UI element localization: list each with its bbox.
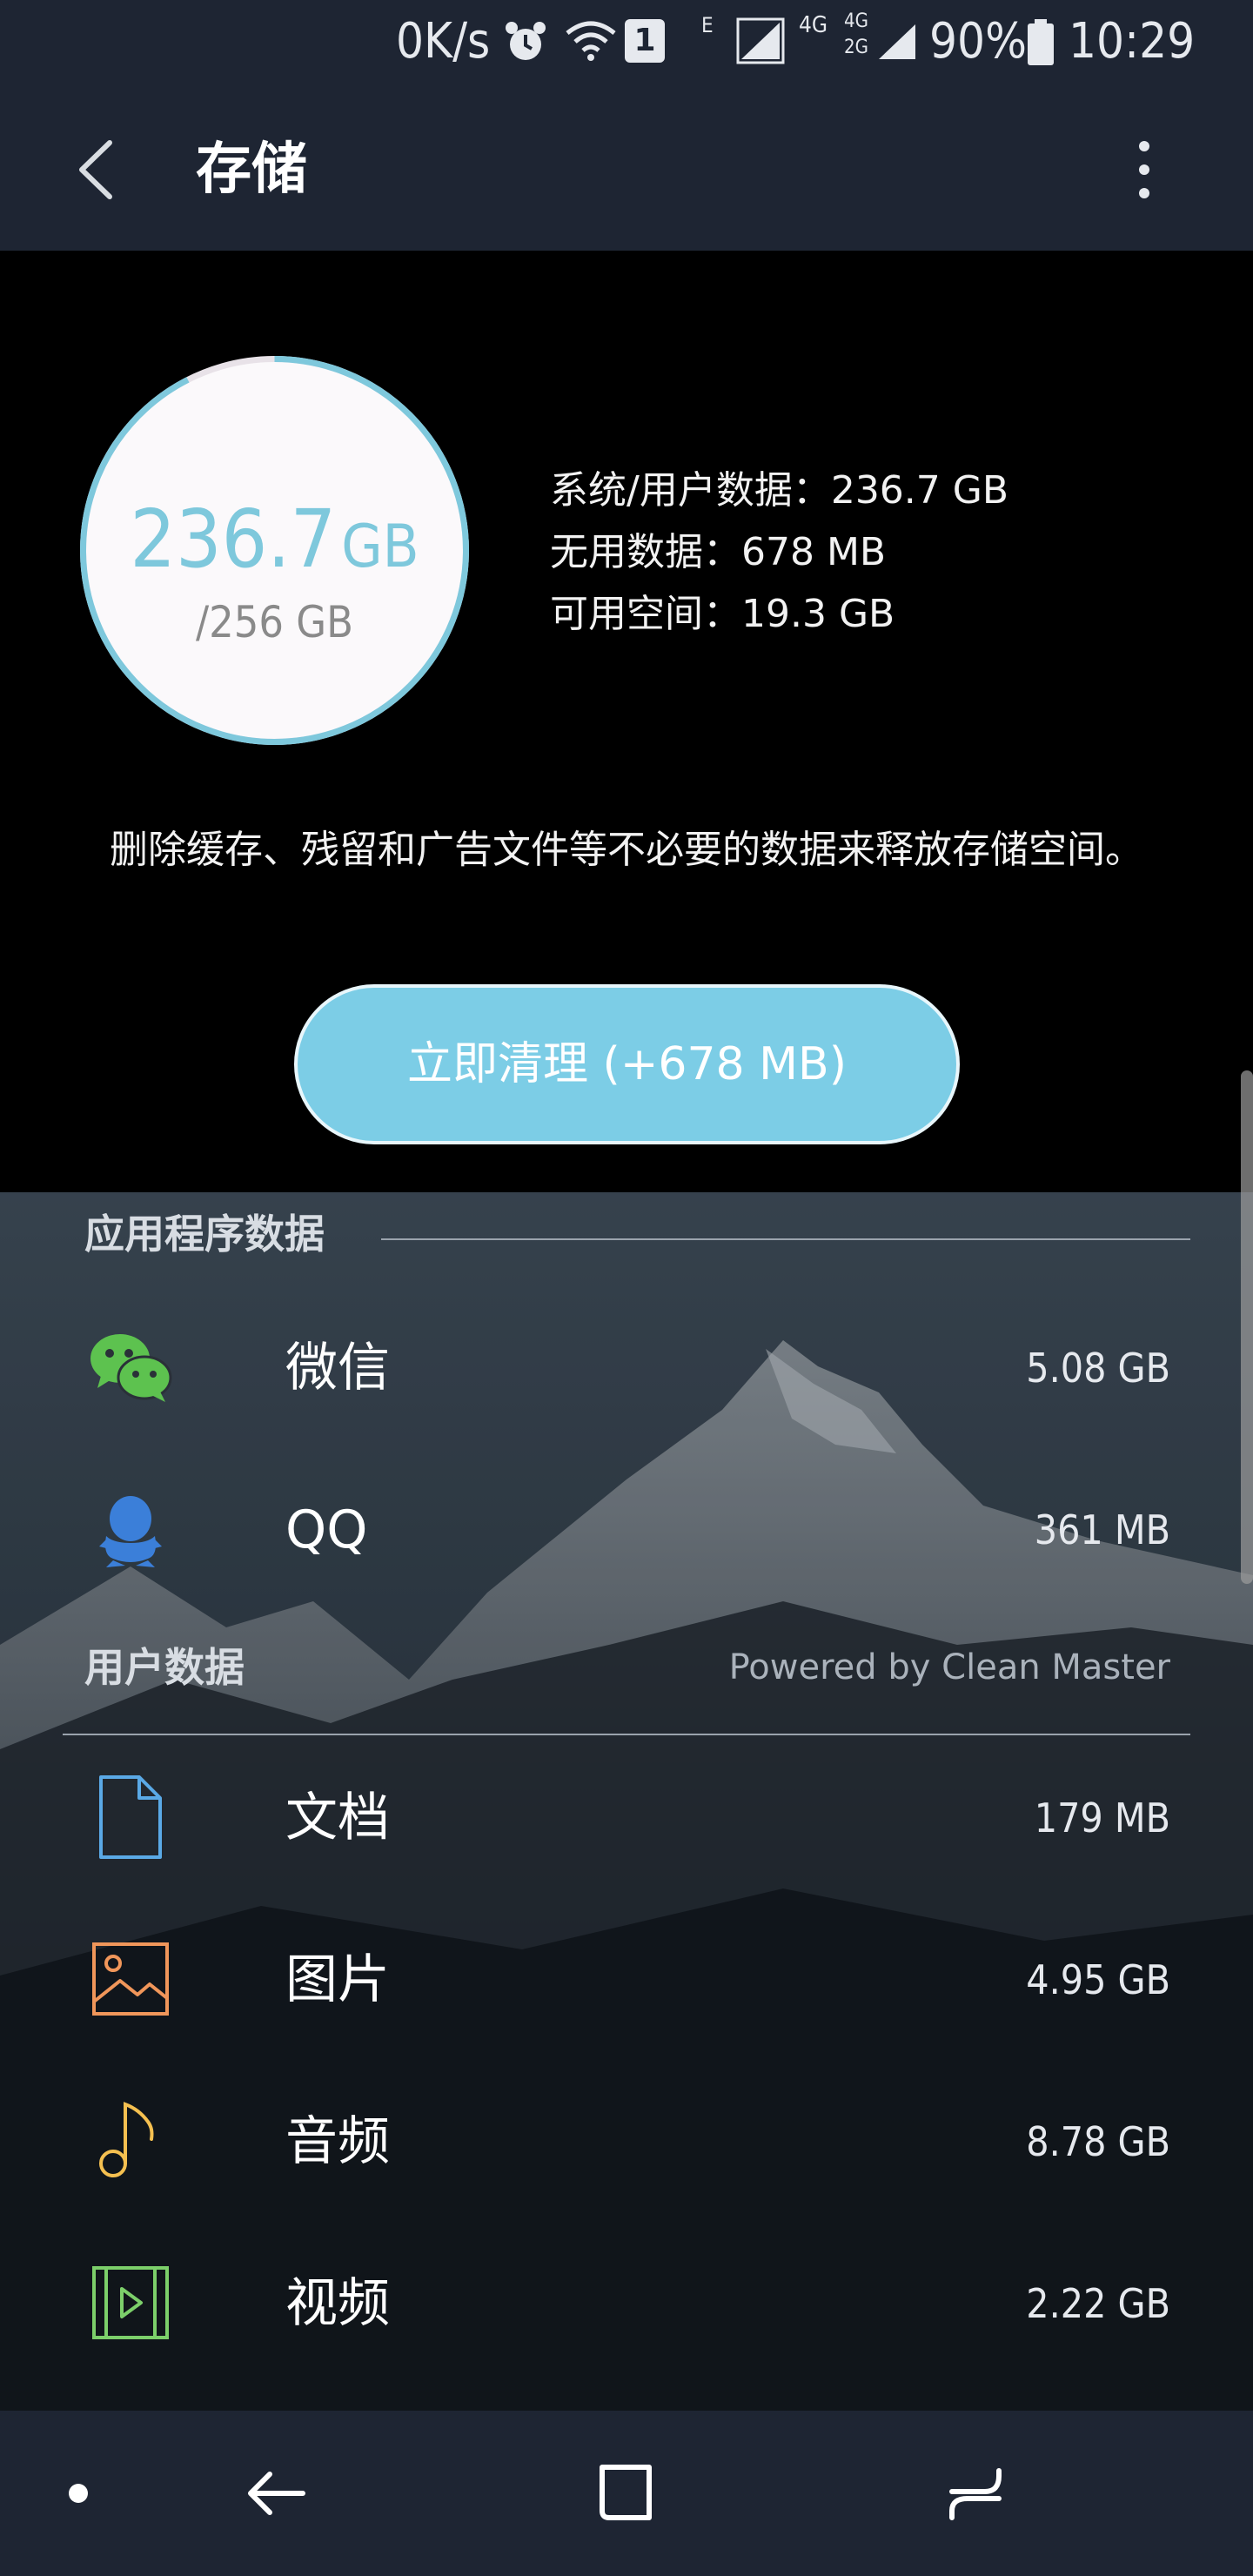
nav-home-icon <box>600 2465 652 2520</box>
nav-recents-icon <box>949 2468 1002 2520</box>
storage-stats: 系统/用户数据：236.7 GB 无用数据：678 MB 可用空间：19.3 G… <box>550 460 1008 645</box>
app-data-divider <box>381 1238 1190 1240</box>
battery-icon <box>1027 19 1055 70</box>
app-name: QQ <box>285 1499 368 1560</box>
network-speed: 0K/s <box>396 13 491 70</box>
powered-by-label: Powered by Clean Master <box>728 1647 1170 1687</box>
user-data-size: 8.78 GB <box>1026 2118 1170 2165</box>
app-data-section-title: 应用程序数据 <box>84 1211 325 1258</box>
user-data-size: 179 MB <box>1034 1794 1170 1841</box>
storage-details-panel: 应用程序数据 微信 5.08 GB QQ 361 MB 用户数据 Powered… <box>0 1192 1253 2411</box>
audio-icon <box>87 2097 174 2184</box>
more-options-button[interactable] <box>1105 131 1183 209</box>
app-size: 361 MB <box>1034 1506 1170 1553</box>
navigation-bar <box>0 2411 1253 2576</box>
user-data-row-video[interactable]: 视频 2.22 GB <box>0 2222 1253 2384</box>
more-vert-icon <box>1139 141 1149 198</box>
used-storage-value: 236.7GB <box>77 496 472 591</box>
page-title: 存储 <box>196 138 307 202</box>
total-storage: /256 GB <box>195 597 353 647</box>
wechat-icon <box>87 1324 174 1411</box>
available-space-stat: 可用空间：19.3 GB <box>550 592 895 636</box>
user-data-divider <box>63 1734 1190 1735</box>
network-e-label: E <box>701 13 714 37</box>
user-data-row-images[interactable]: 图片 4.95 GB <box>0 1898 1253 2060</box>
scrollbar-thumb[interactable] <box>1241 1070 1253 1584</box>
used-unit: GB <box>341 513 419 581</box>
app-name: 微信 <box>285 1338 390 1399</box>
user-data-row-documents[interactable]: 文档 179 MB <box>0 1736 1253 1898</box>
network-2g-bottom-label: 2G <box>844 37 868 58</box>
image-icon <box>87 1935 174 2023</box>
qq-icon <box>87 1486 174 1573</box>
storage-ring: 236.7GB /256 GB <box>77 352 472 748</box>
back-button[interactable] <box>61 131 139 209</box>
user-data-size: 2.22 GB <box>1026 2280 1170 2327</box>
nav-recents-button[interactable] <box>922 2441 1027 2546</box>
video-icon <box>87 2259 174 2346</box>
status-bar: 0K/s 1 E 4G 4G 2G 90% 10:29 <box>0 0 1253 87</box>
user-data-row-audio[interactable]: 音频 8.78 GB <box>0 2060 1253 2222</box>
user-data-size: 4.95 GB <box>1026 1956 1170 2003</box>
signal-icon <box>736 17 785 68</box>
user-data-section-title: 用户数据 <box>84 1644 245 1691</box>
sim-slot-number: 1 <box>633 23 656 58</box>
back-arrow-icon <box>79 140 112 199</box>
dot-indicator-button[interactable] <box>26 2441 131 2546</box>
clock: 10:29 <box>1069 13 1196 70</box>
network-4g-top-label: 4G <box>844 10 868 32</box>
nav-back-button[interactable] <box>223 2441 327 2546</box>
user-data-label: 视频 <box>285 2273 390 2334</box>
system-user-data-stat: 系统/用户数据：236.7 GB <box>550 468 1009 513</box>
battery-percent: 90% <box>929 13 1027 70</box>
nav-home-button[interactable] <box>573 2441 677 2546</box>
network-4g-label: 4G <box>799 12 828 38</box>
user-data-label: 文档 <box>285 1788 390 1848</box>
document-icon <box>87 1774 174 1861</box>
user-data-label: 图片 <box>285 1949 390 2010</box>
wifi-icon <box>564 17 618 68</box>
junk-data-stat: 无用数据：678 MB <box>550 530 887 574</box>
signal-2-icon <box>877 23 917 64</box>
clean-description: 删除缓存、残留和广告文件等不必要的数据来释放存储空间。 <box>110 828 1143 872</box>
app-row-wechat[interactable]: 微信 5.08 GB <box>0 1286 1253 1448</box>
user-data-label: 音频 <box>285 2111 390 2172</box>
used-value: 236.7 <box>130 493 337 586</box>
alarm-icon <box>503 19 548 68</box>
clean-now-button[interactable]: 立即清理 (+678 MB) <box>294 984 960 1144</box>
nav-back-icon <box>248 2472 305 2515</box>
dot-icon <box>69 2484 88 2503</box>
app-size: 5.08 GB <box>1026 1345 1170 1392</box>
app-bar: 存储 <box>0 87 1253 251</box>
app-row-qq[interactable]: QQ 361 MB <box>0 1448 1253 1610</box>
sim-slot-icon: 1 <box>625 19 665 63</box>
